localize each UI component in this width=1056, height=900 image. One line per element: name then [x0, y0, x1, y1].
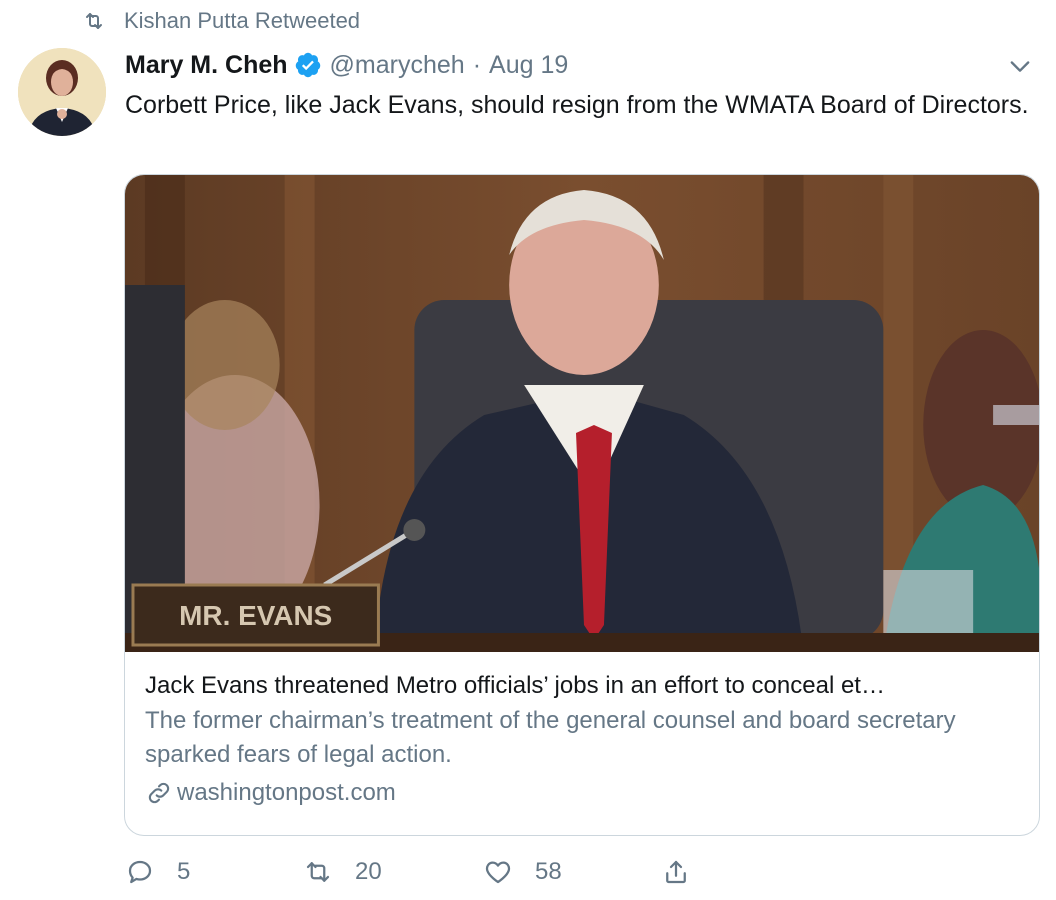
card-description: The former chairman’s treatment of the g…	[145, 707, 956, 768]
card-domain: washingtonpost.com	[145, 776, 1019, 810]
card-domain-label: washingtonpost.com	[177, 779, 396, 806]
retweet-count: 20	[355, 858, 382, 885]
tweet-date[interactable]: Aug 19	[489, 51, 568, 80]
caret-down-icon[interactable]	[1006, 52, 1034, 80]
retweet-icon	[306, 862, 330, 882]
reply-icon	[128, 860, 152, 884]
link-icon	[148, 782, 170, 804]
like-count: 58	[535, 858, 562, 885]
card-image: MR. EVANS	[125, 175, 1039, 652]
reply-count: 5	[177, 858, 191, 885]
retweet-icon	[86, 13, 102, 29]
retweet-context[interactable]: Kishan Putta Retweeted	[82, 8, 360, 34]
nameplate-text: MR. EVANS	[179, 600, 332, 631]
reply-button[interactable]: 5	[125, 857, 190, 887]
card-title: Jack Evans threatened Metro officials’ j…	[145, 672, 885, 699]
link-card[interactable]: MR. EVANS Jack Evans threatened Metro of…	[124, 174, 1040, 836]
retweeted-by-label: Kishan Putta Retweeted	[124, 8, 361, 33]
tweet-text: Corbett Price, like Jack Evans, should r…	[125, 91, 1029, 119]
author-name[interactable]: Mary M. Cheh	[125, 51, 288, 80]
avatar[interactable]	[18, 48, 106, 136]
share-button[interactable]	[661, 857, 691, 887]
separator-dot: ·	[472, 50, 482, 79]
card-body: Jack Evans threatened Metro officials’ j…	[125, 652, 1039, 810]
retweet-button[interactable]: 20	[303, 857, 382, 887]
like-button[interactable]: 58	[483, 857, 562, 887]
author-handle[interactable]: @marycheh	[330, 51, 465, 80]
share-icon	[666, 860, 686, 884]
verified-badge-icon	[295, 52, 320, 78]
tweet-actions: 5 20 58	[125, 850, 725, 894]
like-icon	[485, 861, 511, 884]
tweet-header: Mary M. Cheh @marycheh · Aug 19	[125, 48, 1038, 82]
